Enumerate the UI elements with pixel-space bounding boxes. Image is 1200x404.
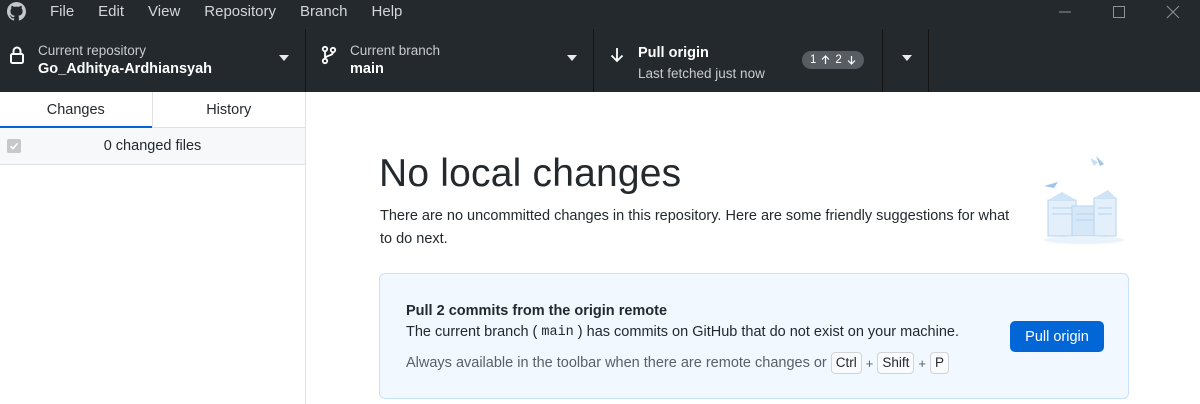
arrow-down-icon: [847, 56, 856, 65]
arrow-up-icon: [821, 55, 830, 64]
sidebar: Changes History 0 changed files: [0, 92, 306, 404]
sidebar-tabs: Changes History: [0, 92, 306, 129]
maximize-button[interactable]: [1094, 0, 1144, 23]
branch-code: main: [541, 324, 574, 340]
current-branch-dropdown[interactable]: Current branch main: [306, 29, 594, 92]
repository-name: Go_Adhitya-Ardhiansyah: [38, 61, 213, 77]
main-content: No local changes There are no uncommitte…: [306, 92, 1200, 404]
page-title: No local changes: [379, 152, 682, 195]
callout-body-before: The current branch (: [406, 324, 538, 340]
current-repository-dropdown[interactable]: Current repository Go_Adhitya-Ardhiansya…: [0, 29, 306, 92]
minimize-button[interactable]: [1040, 0, 1090, 23]
tab-history[interactable]: History: [153, 92, 306, 128]
behind-count: 2: [835, 54, 842, 66]
pull-title: Pull origin: [638, 45, 709, 61]
menu-edit[interactable]: Edit: [86, 0, 136, 23]
callout-hint: Always available in the toolbar when the…: [406, 352, 949, 374]
tab-changes[interactable]: Changes: [0, 92, 153, 129]
ahead-behind-badge: 1 2: [802, 51, 864, 69]
menu-help[interactable]: Help: [360, 0, 415, 23]
pull-origin-action-button[interactable]: Pull origin: [1010, 321, 1104, 352]
branch-text: Current branch main: [350, 43, 440, 79]
callout-body-after: ) has commits on GitHub that do not exis…: [577, 324, 959, 340]
shortcut-plus: +: [865, 355, 874, 371]
close-button[interactable]: [1148, 0, 1198, 23]
callout-title: Pull 2 commits from the origin remote: [406, 303, 668, 319]
chevron-down-icon: [902, 55, 912, 61]
chevron-down-icon: [279, 55, 289, 61]
ahead-count: 1: [810, 54, 817, 66]
toolbar: Current repository Go_Adhitya-Ardhiansya…: [0, 23, 1200, 92]
menu-bar: File Edit View Repository Branch Help: [38, 0, 414, 23]
shortcut-plus: +: [918, 355, 926, 371]
changed-files-count: 0 changed files: [103, 138, 202, 154]
minimize-icon: [1059, 11, 1071, 12]
title-bar: File Edit View Repository Branch Help: [0, 0, 1200, 23]
repository-text: Current repository Go_Adhitya-Ardhiansya…: [38, 43, 212, 79]
git-branch-icon: [321, 45, 337, 65]
menu-file[interactable]: File: [38, 0, 86, 23]
changes-header: 0 changed files: [0, 128, 305, 165]
menu-view[interactable]: View: [136, 0, 192, 23]
branch-label: Current branch: [350, 43, 441, 58]
github-octocat-icon: [7, 2, 26, 21]
callout-body: The current branch ( main ) has commits …: [406, 324, 959, 340]
arrow-down-icon: [610, 48, 624, 63]
empty-boxes-illustration: [1044, 156, 1124, 244]
last-fetched-label: Last fetched just now: [638, 66, 765, 81]
shortcut-key-ctrl: Ctrl: [830, 352, 862, 374]
lock-icon: [10, 46, 24, 64]
branch-name: main: [350, 61, 384, 77]
menu-repository[interactable]: Repository: [192, 0, 288, 23]
chevron-down-icon: [567, 55, 577, 61]
callout-hint-text: Always available in the toolbar when the…: [406, 355, 827, 371]
pull-options-dropdown[interactable]: [882, 29, 929, 92]
shortcut-key-shift: Shift: [877, 352, 915, 374]
maximize-icon: [1113, 5, 1125, 18]
close-icon: [1166, 5, 1180, 18]
shortcut-key-p: P: [929, 352, 949, 374]
page-description: There are no uncommitted changes in this…: [380, 208, 1010, 247]
pull-origin-button[interactable]: Pull origin Last fetched just now 1 2: [594, 29, 882, 92]
pull-text: Pull origin Last fetched just now: [638, 43, 765, 82]
pull-suggestion-callout: Pull 2 commits from the origin remote Th…: [379, 273, 1129, 399]
repository-label: Current repository: [38, 43, 147, 58]
menu-branch[interactable]: Branch: [288, 0, 360, 23]
